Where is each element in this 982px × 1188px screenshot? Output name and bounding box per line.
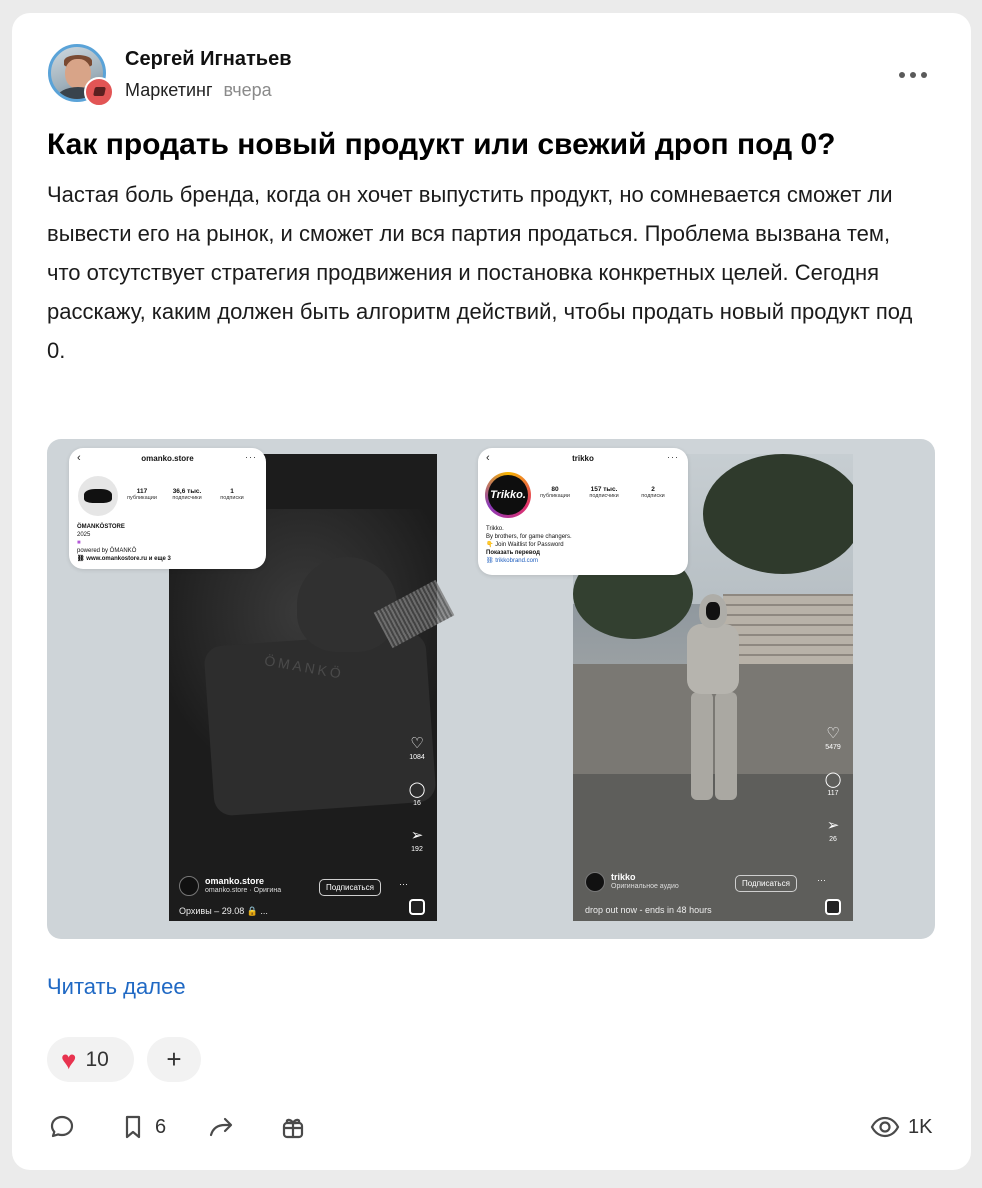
- profile-card-trikko: ‹ trikko ··· Trikko. 80 публикации 157 ты…: [478, 448, 688, 575]
- comment-outline-icon: ◯: [824, 771, 842, 788]
- eye-icon: [870, 1116, 900, 1138]
- author-badge-icon: [84, 77, 114, 107]
- share-arrow-icon: [209, 1117, 233, 1137]
- more-options-icon[interactable]: [893, 64, 933, 86]
- reel-caption-left: Орхивы – 29.08 🔒 ...: [179, 906, 268, 916]
- gift-button[interactable]: [280, 1113, 306, 1141]
- profile-username: omanko.store: [141, 454, 194, 463]
- read-more-link[interactable]: Читать далее: [47, 974, 186, 1000]
- share-rail-left: ➢ 192: [405, 827, 429, 854]
- comment-button[interactable]: [49, 1113, 75, 1141]
- profile-more-icon: ···: [667, 452, 679, 462]
- bookmark-icon: [125, 1115, 141, 1139]
- reel-footer-left: omanko.store omanko.store · Оригина Подп…: [179, 876, 429, 900]
- heart-outline-icon: ♡: [410, 735, 424, 752]
- share-rail-right: ➢ 26: [821, 817, 845, 844]
- reel-audio: omanko.store · Оригина: [205, 887, 282, 894]
- post-card: Сергей Игнатьев Маркетинг вчера Как прод…: [12, 13, 971, 1170]
- reel-footer-right: trikko Оригинальное аудио Подписаться ··…: [585, 872, 845, 896]
- share-button[interactable]: [208, 1113, 236, 1141]
- add-reaction-button[interactable]: +: [147, 1037, 201, 1082]
- profile-more-icon: ···: [245, 452, 257, 462]
- profile-username: trikko: [572, 454, 594, 463]
- like-rail-right: ♡ 5479: [821, 725, 845, 752]
- like-count: 10: [85, 1047, 109, 1071]
- reel-account-name: trikko: [611, 872, 636, 882]
- model-photo: [683, 594, 743, 804]
- like-reaction-button[interactable]: ♥ 10: [47, 1037, 134, 1082]
- reel-account-name: omanko.store: [205, 876, 265, 886]
- reel-audio-tile-icon: [825, 899, 841, 915]
- post-image[interactable]: ÖMANKÖ ♡ 1084 ◯ 16 ➢ 192 omanko.store omank…: [47, 439, 935, 939]
- views-count: 1K: [908, 1115, 933, 1138]
- account-avatar: [179, 876, 199, 896]
- gift-icon: [282, 1118, 304, 1139]
- omanko-logo-icon: [78, 476, 118, 516]
- link-icon: ⛓: [486, 558, 496, 564]
- like-rail-left: ♡ 1084: [405, 735, 429, 762]
- post-title: Как продать новый продукт или свежий дро…: [47, 128, 836, 161]
- post-category[interactable]: Маркетинг: [125, 80, 213, 100]
- post-body: Частая боль бренда, когда он хочет выпус…: [47, 182, 913, 363]
- reel-more-icon: ···: [817, 875, 826, 885]
- reel-subscribe-button: Подписаться: [735, 875, 797, 892]
- author-name[interactable]: Сергей Игнатьев: [125, 48, 292, 71]
- post-meta: Маркетинг вчера: [125, 80, 272, 101]
- heart-icon: ♥: [61, 1044, 77, 1075]
- reel-audio-tile-icon: [409, 899, 425, 915]
- trikko-logo-icon: Trikko.: [485, 472, 531, 518]
- reel-more-icon: ···: [399, 879, 408, 889]
- comment-icon: [50, 1115, 74, 1138]
- comment-rail-left: ◯ 16: [405, 781, 429, 808]
- account-avatar: [585, 872, 605, 892]
- reel-subscribe-button: Подписаться: [319, 879, 381, 896]
- reel-caption-right: drop out now - ends in 48 hours: [585, 905, 712, 915]
- send-icon: ➢: [410, 827, 424, 844]
- bookmark-button[interactable]: 6: [121, 1113, 166, 1141]
- link-icon: ⛓: [77, 556, 87, 562]
- views-counter: 1K: [870, 1113, 932, 1141]
- heart-outline-icon: ♡: [826, 725, 840, 742]
- bookmark-count: 6: [155, 1115, 167, 1138]
- comment-outline-icon: ◯: [408, 781, 426, 798]
- send-icon: ➢: [826, 817, 840, 834]
- profile-link: ⛓ www.omankostore.ru и еще 3: [77, 556, 171, 562]
- reel-audio: Оригинальное аудио: [611, 883, 679, 890]
- profile-card-omanko: ‹ omanko.store ··· 117 публикации 36,6 ты…: [69, 448, 266, 569]
- comment-rail-right: ◯ 117: [821, 771, 845, 798]
- post-time: вчера: [223, 80, 272, 100]
